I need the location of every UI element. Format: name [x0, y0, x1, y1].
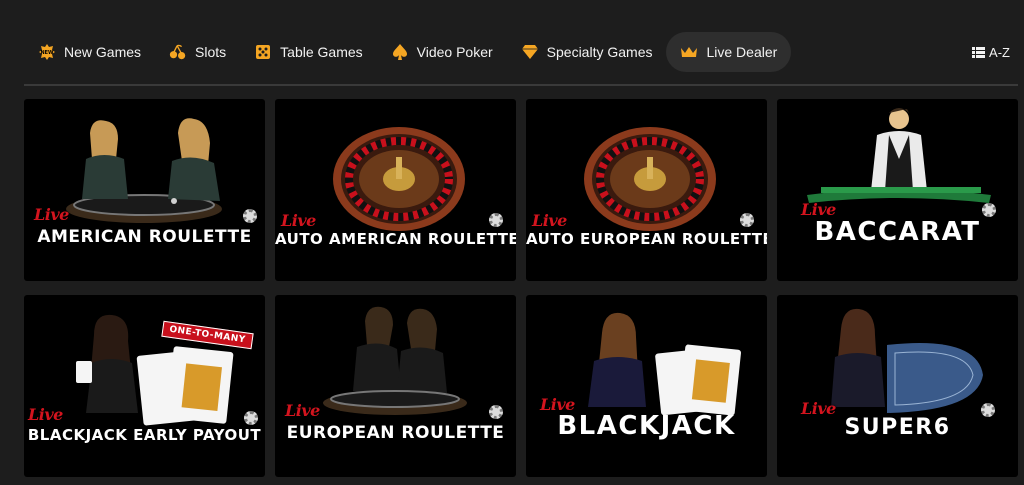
- game-tile-european-roulette[interactable]: Live EUROPEAN ROULETTE: [275, 295, 516, 477]
- game-title: BACCARAT: [814, 217, 981, 247]
- roulette-wheel-art: [333, 127, 465, 231]
- game-title: AUTO AMERICAN ROULETTE: [275, 230, 516, 248]
- az-sort-button[interactable]: A-Z: [972, 30, 1010, 74]
- chip-icon: [244, 411, 258, 425]
- game-tile-auto-european-roulette[interactable]: Live AUTO EUROPEAN ROULETTE: [526, 99, 767, 281]
- dealers-roulette-art: [323, 306, 467, 415]
- nav-video-poker[interactable]: Video Poker: [377, 32, 507, 72]
- nav-divider: [24, 84, 1018, 86]
- chip-icon: [243, 209, 257, 223]
- live-dealer-page: NEW New Games Slots Table Games Video Po…: [0, 0, 1024, 485]
- svg-text:NEW: NEW: [40, 50, 54, 56]
- game-tile-blackjack[interactable]: Live BLACKJACK: [526, 295, 767, 477]
- dealer-cards-art: [588, 312, 741, 416]
- nav-label: Specialty Games: [546, 44, 653, 60]
- nav-table-games[interactable]: Table Games: [240, 32, 376, 72]
- game-title: SUPER6: [844, 415, 951, 440]
- dice-icon: [254, 43, 272, 61]
- spade-icon: [391, 43, 409, 61]
- game-title: AUTO EUROPEAN ROULETTE: [526, 230, 767, 248]
- game-tile-american-roulette[interactable]: Live AMERICAN ROULETTE: [24, 99, 265, 281]
- game-title: EUROPEAN ROULETTE: [286, 423, 505, 443]
- cherries-icon: [169, 43, 187, 61]
- game-tile-baccarat[interactable]: Live BACCARAT: [777, 99, 1018, 281]
- az-label: A-Z: [989, 44, 1010, 60]
- chip-icon: [489, 213, 503, 227]
- game-title: BLACKJACK: [557, 411, 736, 441]
- dealer-cards-art: [76, 314, 234, 426]
- game-title: AMERICAN ROULETTE: [37, 227, 252, 247]
- diamond-icon: [521, 43, 539, 61]
- nav-label: Live Dealer: [706, 44, 778, 60]
- nav-new-games[interactable]: NEW New Games: [24, 32, 155, 72]
- category-nav: NEW New Games Slots Table Games Video Po…: [0, 30, 1024, 74]
- live-label: Live: [281, 211, 316, 230]
- game-tile-super6[interactable]: Live SUPER6: [777, 295, 1018, 477]
- nav-specialty-games[interactable]: Specialty Games: [507, 32, 667, 72]
- nav-label: Table Games: [280, 44, 363, 60]
- dealer-baccarat-art: [807, 108, 991, 203]
- nav-label: New Games: [64, 44, 142, 60]
- nav-live-dealer[interactable]: Live Dealer: [666, 32, 792, 72]
- nav-slots[interactable]: Slots: [155, 32, 240, 72]
- live-label: Live: [532, 211, 567, 230]
- game-tile-blackjack-early-payout[interactable]: ONE-TO-MANY Live BLACKJACK EARLY PAYOUT: [24, 295, 265, 477]
- chip-icon: [740, 213, 754, 227]
- list-icon: [972, 46, 986, 58]
- game-grid: Live AMERICAN ROULETTE Live AUTO AMERICA…: [24, 99, 1018, 477]
- chip-icon: [982, 203, 996, 217]
- crown-icon: [680, 43, 698, 61]
- nav-label: Video Poker: [416, 44, 493, 60]
- live-label: Live: [34, 205, 69, 224]
- new-badge-icon: NEW: [38, 43, 56, 61]
- roulette-wheel-art: [584, 127, 716, 231]
- chip-icon: [489, 405, 503, 419]
- nav-label: Slots: [195, 44, 227, 60]
- live-label: Live: [28, 405, 63, 424]
- dealer-table-art: [831, 308, 983, 413]
- game-tile-auto-american-roulette[interactable]: Live AUTO AMERICAN ROULETTE: [275, 99, 516, 281]
- game-title: BLACKJACK EARLY PAYOUT: [27, 426, 262, 444]
- live-label: Live: [285, 401, 320, 420]
- dealers-roulette-art: [66, 118, 222, 223]
